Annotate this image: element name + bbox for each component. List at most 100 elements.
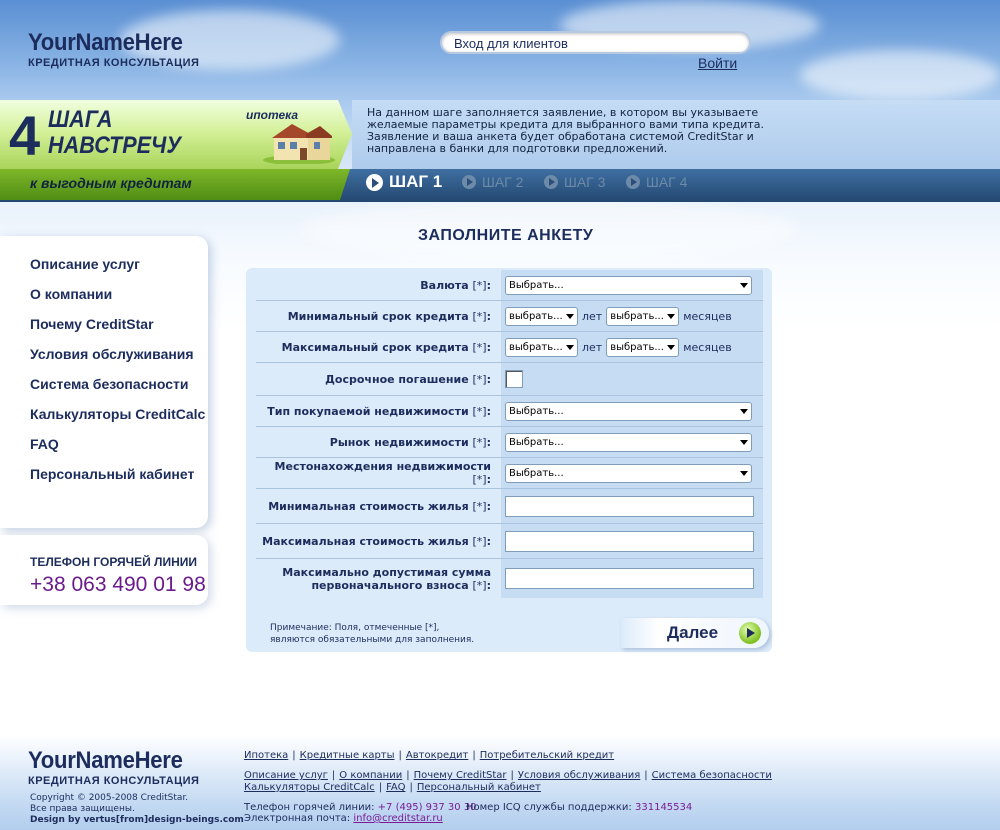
max-term-months-select[interactable]: выбрать... — [606, 337, 680, 357]
note-line: Примечание: Поля, отмеченные [*], — [270, 623, 440, 633]
footer-hotline: Телефон горячей линии: +7 (495) 937 30 3… — [244, 802, 477, 813]
footer-link[interactable]: FAQ — [386, 782, 405, 793]
footer-link[interactable]: Ипотека — [244, 750, 288, 761]
footer-link[interactable]: Персональный кабинет — [417, 782, 541, 793]
footer-logo[interactable]: YourNameHere КРЕДИТНАЯ КОНСУЛЬТАЦИЯ — [28, 748, 208, 788]
chevron-down-icon — [667, 344, 676, 350]
step-info-text: На данном шаге заполняется заявление, в … — [367, 106, 765, 155]
sidebar-item-about[interactable]: О компании — [0, 286, 208, 316]
field-label: Максимально допустимая сумма первоначаль… — [282, 565, 491, 592]
step-label: ШАГ 1 — [389, 172, 443, 191]
field-label: Рынок недвижимости [*]: — [329, 435, 491, 449]
hotline-value: +7 (495) 937 30 30 — [377, 802, 477, 813]
footer-link[interactable]: Почему CreditStar — [414, 770, 507, 781]
email-label: Электронная почта: — [244, 813, 351, 824]
min-term-months-select[interactable]: выбрать... — [606, 306, 680, 326]
next-button[interactable]: Далее — [621, 618, 769, 648]
field-label: Минимальный срок кредита [*]: — [287, 309, 491, 323]
step-2-tab[interactable]: ШАГ 2 — [462, 174, 523, 190]
max-down-payment-input[interactable] — [505, 568, 754, 589]
field-label: Максимальная стоимость жилья [*]: — [262, 534, 491, 548]
form-note: Примечание: Поля, отмеченные [*], являют… — [270, 622, 474, 646]
years-label: лет — [582, 340, 603, 354]
field-label: Досрочное погашение [*]: — [325, 372, 491, 386]
footer-link[interactable]: Автокредит — [406, 750, 468, 761]
max-term-years-select[interactable]: выбрать... — [505, 337, 578, 357]
step-3-tab[interactable]: ШАГ 3 — [544, 174, 605, 190]
field-label: Тип покупаемой недвижимости [*]: — [267, 404, 491, 418]
property-type-select[interactable]: Выбрать... — [505, 401, 752, 421]
step-4-tab[interactable]: ШАГ 4 — [626, 174, 687, 190]
chevron-down-icon — [566, 344, 574, 350]
footer-link[interactable]: Система безопасности — [652, 770, 772, 781]
footer-link[interactable]: Описание услуг — [244, 770, 328, 781]
client-login-box[interactable]: Вход для клиентов — [440, 31, 751, 54]
min-cost-input[interactable] — [505, 495, 754, 517]
banner-number: 4 — [9, 104, 41, 167]
property-location-select[interactable]: Выбрать... — [505, 463, 752, 483]
footer-link[interactable]: Кредитные карты — [300, 750, 395, 761]
field-label: Местонахождения недвижимости [*]: — [274, 460, 491, 486]
play-icon — [366, 173, 383, 191]
form-row-min-cost: Минимальная стоимость жилья [*]: — [256, 489, 763, 524]
step-label: ШАГ 3 — [564, 174, 606, 190]
form-row-early-repayment: Досрочное погашение [*]: — [256, 363, 763, 396]
years-label: лет — [582, 309, 603, 323]
max-cost-input[interactable] — [505, 530, 754, 552]
icq-label: Номер ICQ службы поддержки: — [466, 802, 632, 813]
form-row-min-term: Минимальный срок кредита [*]: выбрать...… — [256, 301, 763, 332]
property-market-select[interactable]: Выбрать... — [505, 432, 752, 452]
play-icon — [462, 175, 476, 189]
footer-link[interactable]: О компании — [339, 770, 402, 781]
house-icon — [263, 124, 335, 164]
sidebar-item-terms[interactable]: Условия обслуживания — [0, 346, 208, 376]
hotline-title: ТЕЛЕФОН ГОРЯЧЕЙ ЛИНИИ — [30, 555, 197, 569]
note-line: являются обязательными для заполнения. — [270, 635, 475, 645]
design-credit: Design by vertus[from]design-beings.com — [30, 815, 244, 825]
sidebar-item-services[interactable]: Описание услуг — [0, 256, 208, 286]
sidebar-item-why[interactable]: Почему CreditStar — [0, 316, 208, 346]
footer-email: Электронная почта: info@creditstar.ru — [244, 813, 443, 824]
sidebar-item-calculators[interactable]: Калькуляторы CreditCalc — [0, 406, 208, 436]
form-row-currency: Валюта [*]: Выбрать... — [256, 270, 763, 301]
email-link[interactable]: info@creditstar.ru — [353, 813, 442, 824]
logo-tagline: КРЕДИТНАЯ КОНСУЛЬТАЦИЯ — [28, 57, 200, 69]
logo-name: YourNameHere — [28, 29, 183, 56]
copyright-block: Copyright © 2005-2008 CreditStar. Все пр… — [30, 793, 244, 826]
sidebar-item-faq[interactable]: FAQ — [0, 436, 208, 466]
form-row-down-payment: Максимально допустимая сумма первоначаль… — [256, 559, 763, 598]
form-row-property-location: Местонахождения недвижимости [*]: Выбрат… — [256, 458, 763, 489]
sidebar-item-security[interactable]: Система безопасности — [0, 376, 208, 406]
hotline-box: ТЕЛЕФОН ГОРЯЧЕЙ ЛИНИИ +38 063 490 01 98 — [0, 535, 208, 605]
footer-link[interactable]: Потребительский кредит — [480, 750, 614, 761]
cloud-decoration — [800, 50, 1000, 100]
next-button-label: Далее — [667, 623, 719, 642]
copyright: Copyright © 2005-2008 CreditStar. — [30, 793, 189, 803]
form-row-max-term: Максимальный срок кредита [*]: выбрать..… — [256, 332, 763, 363]
footer-link[interactable]: Условия обслуживания — [518, 770, 640, 781]
early-repayment-checkbox[interactable] — [505, 370, 523, 388]
step-label: ШАГ 4 — [646, 174, 688, 190]
banner-title-line2: НАВСТРЕЧУ — [48, 132, 181, 159]
login-link[interactable]: Войти — [698, 55, 737, 71]
min-term-years-select[interactable]: выбрать... — [505, 306, 578, 326]
footer-links-products: Ипотека | Кредитные карты | Автокредит | Потре… — [244, 750, 615, 761]
chevron-down-icon — [740, 439, 748, 445]
footer-links-info: Описание услуг | О компании | Почему CreditS… — [244, 770, 772, 781]
header-logo[interactable]: YourNameHere КРЕДИТНАЯ КОНСУЛЬТАЦИЯ — [28, 29, 208, 70]
footer-icq: Номер ICQ службы поддержки: 331145534 — [466, 802, 692, 813]
field-label: Максимальный срок кредита [*]: — [281, 340, 491, 354]
currency-select[interactable]: Выбрать... — [505, 275, 752, 295]
footer-link[interactable]: Калькуляторы CreditCalc — [244, 782, 375, 793]
field-label: Валюта [*]: — [420, 278, 491, 292]
loan-form: Валюта [*]: Выбрать... Минимальный срок … — [256, 270, 763, 598]
banner-slogan: к выгодным кредитам — [30, 175, 192, 191]
form-row-property-market: Рынок недвижимости [*]: Выбрать... — [256, 427, 763, 458]
step-1-tab[interactable]: ШАГ 1 — [366, 172, 442, 192]
form-row-max-cost: Максимальная стоимость жилья [*]: — [256, 524, 763, 559]
sidebar-item-cabinet[interactable]: Персональный кабинет — [0, 466, 208, 496]
chevron-down-icon — [566, 313, 574, 319]
step-label: ШАГ 2 — [482, 174, 524, 190]
chevron-down-icon — [667, 313, 676, 319]
field-label: Минимальная стоимость жилья [*]: — [268, 499, 491, 513]
